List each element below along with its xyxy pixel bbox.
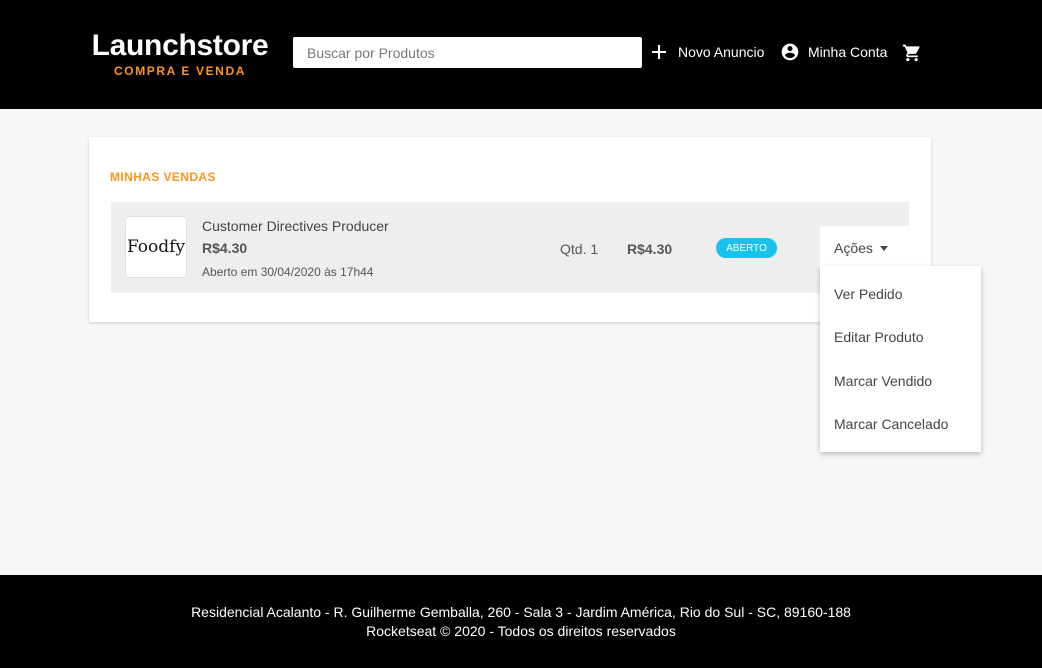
status-badge: ABERTO <box>716 238 777 258</box>
menu-item-edit-product[interactable]: Editar Produto <box>834 329 924 345</box>
sales-card: MINHAS VENDAS Foodfy Customer Directives… <box>89 137 931 322</box>
search-input[interactable] <box>293 37 642 68</box>
order-total: R$4.30 <box>627 241 673 257</box>
product-price: R$4.30 <box>202 240 248 256</box>
shopping-cart-icon <box>902 43 922 63</box>
actions-label: Ações <box>834 239 873 256</box>
order-quantity: Qtd. 1 <box>560 241 599 257</box>
order-date: Aberto em 30/04/2020 às 17h44 <box>202 265 374 279</box>
menu-item-mark-sold[interactable]: Marcar Vendido <box>834 373 932 389</box>
my-account-label: Minha Conta <box>808 44 888 60</box>
menu-item-mark-cancelled[interactable]: Marcar Cancelado <box>834 416 948 432</box>
plus-icon <box>651 44 678 60</box>
site-header: Launchstore COMPRA E VENDA Novo Anuncio … <box>0 0 1042 109</box>
footer-copyright: Rocketseat © 2020 - Todos os direitos re… <box>366 623 676 639</box>
new-ad-label: Novo Anuncio <box>678 44 765 60</box>
site-footer: Residencial Acalanto - R. Guilherme Gemb… <box>0 575 1042 668</box>
logo-title[interactable]: Launchstore <box>89 28 271 64</box>
cart-button[interactable] <box>902 42 922 64</box>
menu-item-view-order[interactable]: Ver Pedido <box>834 286 903 302</box>
product-thumbnail[interactable]: Foodfy <box>125 216 187 278</box>
logo-subtitle: COMPRA E VENDA <box>114 64 246 78</box>
footer-address: Residencial Acalanto - R. Guilherme Gemb… <box>191 604 851 620</box>
logo[interactable]: Launchstore COMPRA E VENDA <box>89 28 271 78</box>
actions-menu: Ver Pedido Editar Produto Marcar Vendido… <box>820 266 981 452</box>
account-circle-icon <box>780 42 808 62</box>
section-title: MINHAS VENDAS <box>110 170 216 184</box>
caret-down-icon <box>879 245 888 251</box>
actions-dropdown-button[interactable]: Ações <box>820 226 909 269</box>
my-account-link[interactable]: Minha Conta <box>780 41 887 63</box>
new-ad-link[interactable]: Novo Anuncio <box>651 41 764 63</box>
product-name: Customer Directives Producer <box>202 218 389 234</box>
sale-row: Foodfy Customer Directives Producer R$4.… <box>111 202 909 293</box>
